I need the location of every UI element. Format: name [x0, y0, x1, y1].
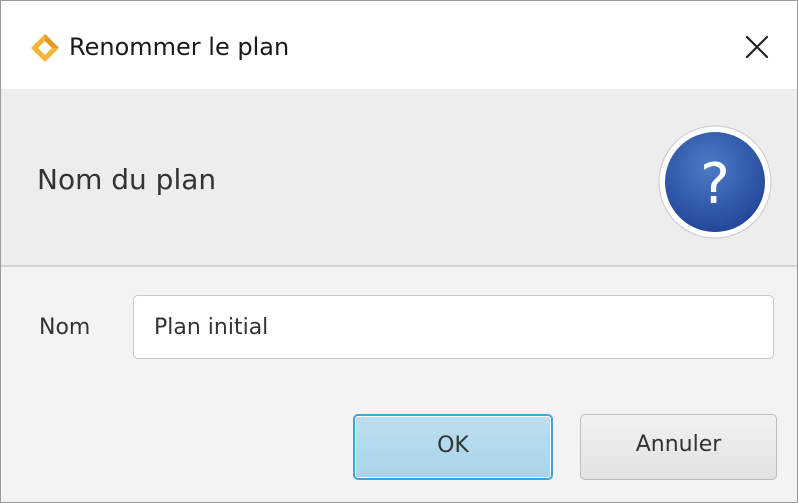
- diamond-logo-icon: [31, 34, 59, 62]
- dialog-content: Nom OK Annuler: [1, 267, 797, 502]
- question-mark-icon: ?: [658, 125, 772, 239]
- close-icon[interactable]: [731, 21, 783, 73]
- name-label: Nom: [39, 315, 91, 340]
- name-input[interactable]: [133, 295, 774, 359]
- rename-plan-dialog: Renommer le plan Nom du plan ? Nom OK An…: [0, 0, 798, 503]
- ok-button[interactable]: OK: [353, 414, 553, 480]
- dialog-header: Nom du plan ?: [1, 89, 797, 265]
- header-text: Nom du plan: [37, 163, 217, 196]
- help-glyph: ?: [700, 152, 730, 217]
- cancel-button[interactable]: Annuler: [580, 414, 777, 480]
- window-title: Renommer le plan: [69, 33, 290, 61]
- title-bar: Renommer le plan: [1, 1, 797, 89]
